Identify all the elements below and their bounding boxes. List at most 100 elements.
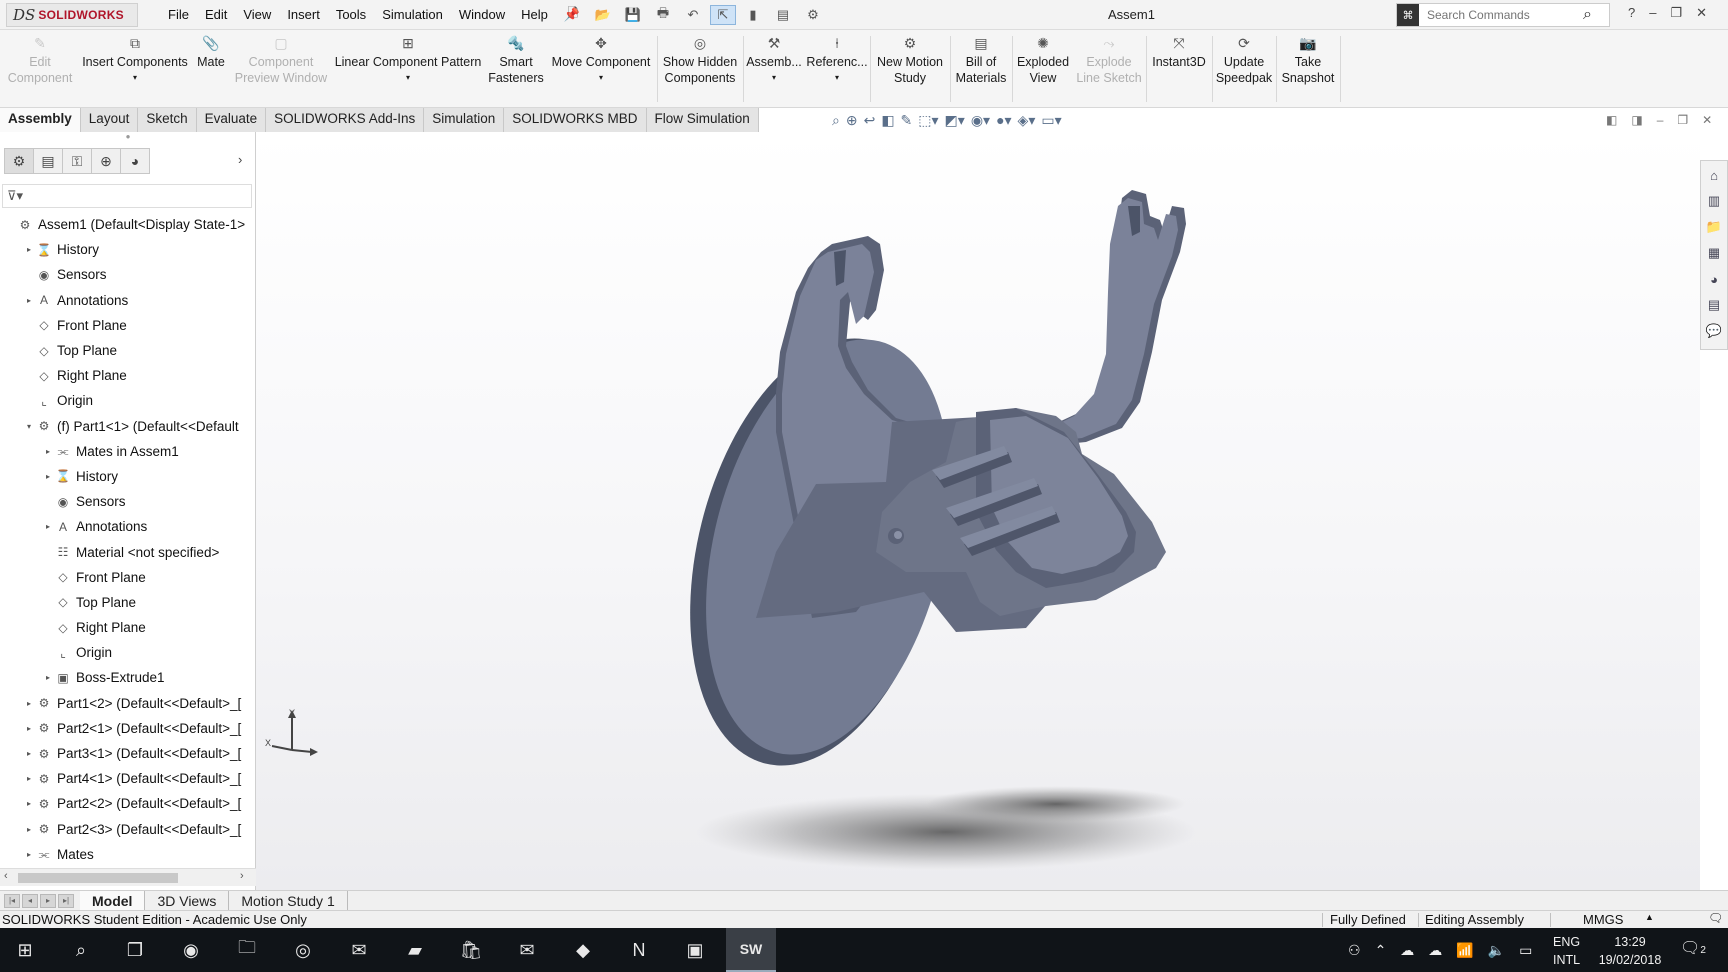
- menu-file[interactable]: File: [160, 7, 197, 23]
- autodesk-icon[interactable]: ◆: [558, 928, 608, 972]
- last-tab-icon[interactable]: ▸|: [58, 893, 74, 908]
- assembly-model[interactable]: [256, 132, 1700, 890]
- doc-close-icon[interactable]: ✕: [1702, 113, 1712, 127]
- menu-edit[interactable]: Edit: [197, 7, 235, 23]
- home-icon[interactable]: ⌂: [1704, 165, 1724, 185]
- expand-toggle-icon[interactable]: ▸: [23, 699, 35, 708]
- tree-item[interactable]: ◉ Sensors: [0, 489, 256, 514]
- scroll-thumb[interactable]: [18, 873, 178, 883]
- tree-item[interactable]: ▸ ⚙ Part2<2> (Default<<Default>_[: [0, 791, 256, 816]
- instant3d-button[interactable]: ⤧ Instant3D: [1148, 34, 1210, 104]
- tab-flow-simulation[interactable]: Flow Simulation: [646, 108, 759, 132]
- tree-item[interactable]: ⌞ Origin: [0, 640, 256, 665]
- tree-item[interactable]: ▸ ▣ Boss-Extrude1: [0, 665, 256, 690]
- bill-of-materials-button[interactable]: ▤ Bill of Materials: [952, 34, 1010, 104]
- expand-toggle-icon[interactable]: ▸: [23, 724, 35, 733]
- update-speedpak-button[interactable]: ⟳ Update Speedpak: [1214, 34, 1274, 104]
- zoom-to-fit-icon[interactable]: ⌕: [832, 112, 840, 129]
- show-hidden-icons-icon[interactable]: ⌃: [1375, 942, 1387, 959]
- tree-item[interactable]: ▸ A Annotations: [0, 514, 256, 539]
- tab-assembly[interactable]: Assembly: [0, 108, 81, 132]
- tree-item[interactable]: ◇ Front Plane: [0, 565, 256, 590]
- expand-toggle-icon[interactable]: ▸: [23, 850, 35, 859]
- tree-item[interactable]: ◇ Right Plane: [0, 615, 256, 640]
- chevron-down-icon[interactable]: ▾: [772, 70, 776, 86]
- view-orientation-icon[interactable]: ⬚▾: [918, 112, 938, 129]
- tree-item[interactable]: ☷ Material <not specified>: [0, 539, 256, 564]
- outlook-icon[interactable]: ✉: [334, 928, 384, 972]
- tree-item[interactable]: ⌞ Origin: [0, 388, 256, 413]
- tab-motion-study[interactable]: Motion Study 1: [229, 890, 348, 911]
- clock[interactable]: 13:29 19/02/2018: [1592, 933, 1668, 969]
- expand-toggle-icon[interactable]: ▾: [23, 422, 35, 431]
- restore-icon[interactable]: ❐: [1670, 5, 1682, 21]
- tree-item[interactable]: ▸ ⌛ History: [0, 464, 256, 489]
- exploded-view-button[interactable]: ✺ Exploded View: [1014, 34, 1072, 104]
- tree-item[interactable]: ▸ A Annotations: [0, 288, 256, 313]
- close-icon[interactable]: ✕: [1696, 5, 1707, 21]
- zoom-to-area-icon[interactable]: ⊕: [846, 112, 858, 129]
- doc-minimize-icon[interactable]: –: [1657, 113, 1664, 127]
- insert-components-button[interactable]: ⧉ Insert Components ▾: [78, 34, 192, 104]
- chevron-down-icon[interactable]: ▾: [133, 70, 137, 86]
- file-explorer-icon[interactable]: 🗀: [222, 928, 272, 972]
- battery-icon[interactable]: ▭: [1519, 942, 1532, 959]
- tree-horizontal-scrollbar[interactable]: ‹ ›: [0, 868, 256, 886]
- file-properties-icon[interactable]: ▤: [770, 5, 796, 25]
- task-view-icon[interactable]: ❐: [110, 928, 160, 972]
- next-tab-icon[interactable]: ▸: [40, 893, 56, 908]
- dimxpert-manager-tab-icon[interactable]: ⊕: [91, 148, 121, 174]
- tab-mbd[interactable]: SOLIDWORKS MBD: [504, 108, 647, 132]
- explode-line-sketch-button[interactable]: ⤳ Explode Line Sketch: [1074, 34, 1144, 104]
- show-hidden-components-button[interactable]: ◎ Show Hidden Components: [660, 34, 740, 104]
- search-icon[interactable]: ⌕: [1583, 6, 1592, 24]
- chevron-down-icon[interactable]: ▾: [835, 70, 839, 86]
- tab-model[interactable]: Model: [80, 890, 146, 911]
- tab-layout[interactable]: Layout: [80, 108, 139, 132]
- tree-filter[interactable]: ⊽▾: [2, 184, 252, 208]
- move-component-button[interactable]: ✥ Move Component ▾: [548, 34, 654, 104]
- expand-toggle-icon[interactable]: ▸: [23, 296, 35, 305]
- action-center-icon[interactable]: 🗨2: [1680, 938, 1706, 958]
- tree-item[interactable]: ▸ ⚙ Part1<2> (Default<<Default>_[: [0, 691, 256, 716]
- display-manager-tab-icon[interactable]: ◕: [120, 148, 150, 174]
- search-commands[interactable]: ⌘ ⌕: [1396, 3, 1610, 27]
- mail-icon[interactable]: ✉: [502, 928, 552, 972]
- new-motion-study-button[interactable]: ⚙ New Motion Study: [872, 34, 948, 104]
- tree-item[interactable]: ▸ ⚙ Part2<1> (Default<<Default>_[: [0, 716, 256, 741]
- rebuild-icon[interactable]: ▮: [740, 5, 766, 25]
- undo-icon[interactable]: ↶: [680, 5, 706, 25]
- options-gear-icon[interactable]: ⚙: [800, 5, 826, 25]
- tree-item[interactable]: ▸ ⚙ Part4<1> (Default<<Default>_[: [0, 766, 256, 791]
- component-preview-button[interactable]: ▢ Component Preview Window: [232, 34, 330, 104]
- people-icon[interactable]: ⚇: [1348, 942, 1361, 959]
- apply-scene-icon[interactable]: ◈▾: [1018, 112, 1036, 129]
- tree-item[interactable]: ▾ ⚙ (f) Part1<1> (Default<<Default: [0, 414, 256, 439]
- tile-left-icon[interactable]: ◧: [1606, 113, 1617, 127]
- generic-app-icon[interactable]: ▣: [670, 928, 720, 972]
- appearances-icon[interactable]: ◕: [1704, 269, 1724, 289]
- smart-fasteners-button[interactable]: 🔩 Smart Fasteners: [484, 34, 548, 104]
- menu-window[interactable]: Window: [451, 7, 513, 23]
- unit-system-arrow-icon[interactable]: ▲: [1645, 912, 1654, 922]
- display-style-icon[interactable]: ◩▾: [945, 112, 965, 129]
- panel-grip[interactable]: ●: [0, 132, 256, 144]
- search-icon[interactable]: ⌕: [56, 928, 106, 972]
- open-folder-icon[interactable]: 📂: [590, 5, 616, 25]
- expand-toggle-icon[interactable]: ▸: [42, 673, 54, 682]
- tree-item[interactable]: ◇ Front Plane: [0, 313, 256, 338]
- solidworks-logo[interactable]: DS SOLIDWORKS: [6, 3, 138, 27]
- chrome-icon[interactable]: ◎: [278, 928, 328, 972]
- expand-toggle-icon[interactable]: ▸: [42, 447, 54, 456]
- tree-item[interactable]: ◇ Right Plane: [0, 363, 256, 388]
- view-palette-icon[interactable]: ▦: [1704, 243, 1724, 263]
- new-document-icon[interactable]: 🗋: [560, 5, 586, 25]
- onenote-icon[interactable]: N: [614, 928, 664, 972]
- tree-item[interactable]: ◇ Top Plane: [0, 590, 256, 615]
- forum-icon[interactable]: 💬: [1704, 321, 1724, 341]
- expand-toggle-icon[interactable]: ▸: [23, 825, 35, 834]
- tab-3d-views[interactable]: 3D Views: [145, 890, 230, 911]
- tree-item[interactable]: ◇ Top Plane: [0, 338, 256, 363]
- select-arrow-icon[interactable]: ⇱: [710, 5, 736, 25]
- tab-addins[interactable]: SOLIDWORKS Add-Ins: [266, 108, 425, 132]
